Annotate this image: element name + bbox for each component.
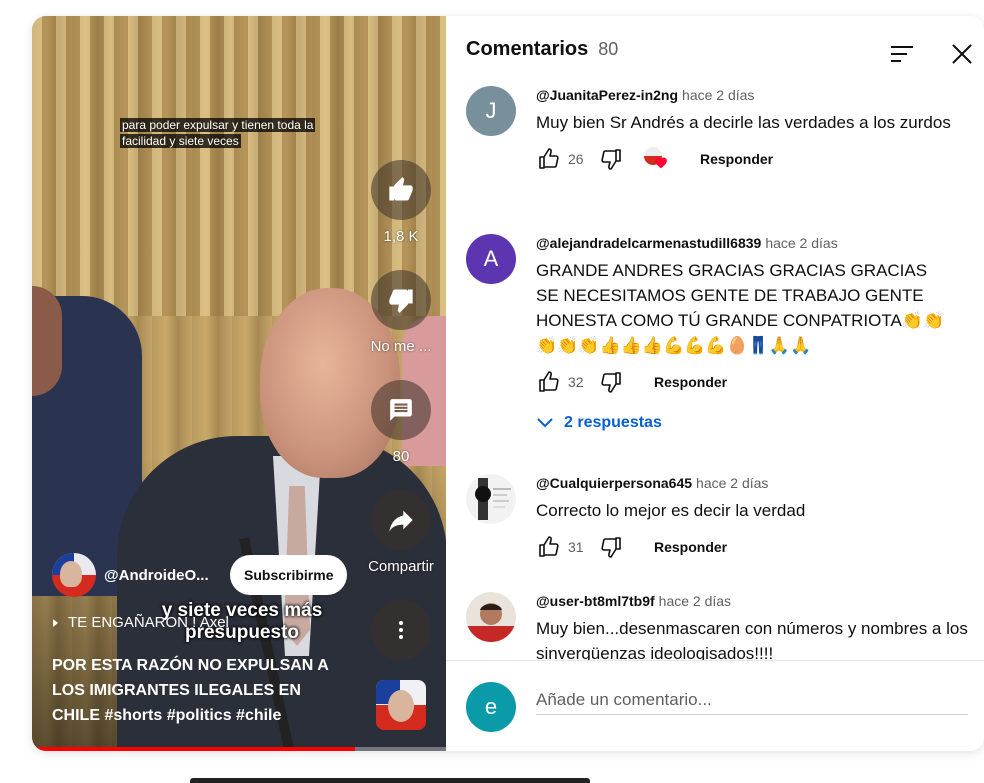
like-count: 1,8 K	[383, 228, 419, 245]
comment-text: GRANDE ANDRES GRACIAS GRACIAS GRACIAS SE…	[536, 261, 945, 355]
comment-reply-button[interactable]: Responder	[700, 151, 773, 167]
more-options-button[interactable]	[371, 600, 431, 660]
dislike-button[interactable]	[371, 270, 431, 330]
thumbs-up-outline-icon	[539, 148, 559, 169]
video-title[interactable]: POR ESTA RAZÓN NO EXPULSAN A LOS IMIGRAN…	[52, 653, 352, 728]
comment-author[interactable]: @alejandradelcarmenastudill6839	[536, 235, 761, 251]
comment-actions: 32 Responder	[536, 368, 971, 396]
comment-dislike-button[interactable]	[598, 369, 624, 395]
channel-name[interactable]: @AndroideO...	[104, 567, 222, 584]
thumbs-down-outline-icon	[601, 149, 621, 170]
channel-row: @AndroideO... Subscribirme	[52, 552, 348, 598]
next-video-peek[interactable]	[190, 778, 590, 783]
comment-like-count: 26	[568, 151, 584, 167]
comment-actions: 26 Responder	[536, 145, 971, 173]
background-person-face	[32, 286, 62, 396]
video-caption-top: para poder expulsar y tienen toda la fac…	[120, 118, 316, 148]
share-action[interactable]: Compartir	[358, 490, 444, 575]
thumbs-down-outline-icon	[601, 537, 621, 558]
share-label: Compartir	[368, 558, 434, 575]
thumbs-up-outline-icon	[539, 536, 559, 557]
comment-text: Correcto lo mejor es decir la verdad	[536, 501, 806, 520]
dislike-label: No me ...	[370, 338, 432, 355]
current-user-avatar[interactable]: e	[466, 682, 516, 732]
share-button[interactable]	[371, 490, 431, 550]
comment-avatar[interactable]: A	[466, 234, 516, 284]
heart-icon	[655, 157, 667, 169]
comment-time[interactable]: hace 2 días	[696, 475, 768, 491]
person-photo-avatar-icon	[466, 603, 516, 642]
comments-action[interactable]: 80	[361, 380, 441, 465]
dislike-action[interactable]: No me ...	[361, 270, 441, 355]
comments-button[interactable]	[371, 380, 431, 440]
comment-avatar[interactable]	[466, 592, 516, 642]
comment-text: Muy bien Sr Andrés a decirle las verdade…	[536, 113, 951, 132]
comment-icon	[390, 399, 412, 421]
comment-time[interactable]: hace 2 días	[682, 87, 754, 103]
comment-dislike-button[interactable]	[598, 146, 624, 172]
shorts-card: para poder expulsar y tienen toda la fac…	[32, 16, 984, 751]
comment-avatar[interactable]: J	[466, 86, 516, 136]
comment-time[interactable]: hace 2 días	[765, 235, 837, 251]
comment-author[interactable]: @user-bt8ml7tb9f	[536, 593, 655, 609]
like-button[interactable]	[371, 160, 431, 220]
comment-dislike-button[interactable]	[598, 534, 624, 560]
comment-reply-button[interactable]: Responder	[654, 374, 727, 390]
subscribe-button[interactable]: Subscribirme	[230, 555, 348, 595]
channel-avatar[interactable]	[52, 553, 96, 597]
replies-label: 2 respuestas	[564, 414, 662, 431]
comment-reply-button[interactable]: Responder	[654, 539, 727, 555]
video-progress-bar[interactable]	[32, 747, 446, 751]
comments-scroll-area[interactable]: J @JuanitaPerez-in2ng hace 2 días Muy bie…	[446, 16, 984, 660]
comment-like-button[interactable]	[536, 534, 562, 560]
comment-like-count: 31	[568, 539, 584, 555]
comment-author[interactable]: @JuanitaPerez-in2ng	[536, 87, 678, 103]
share-arrow-icon	[389, 510, 413, 532]
comment-like-count: 32	[568, 374, 584, 390]
comment-time[interactable]: hace 2 días	[659, 593, 731, 609]
thumbs-down-icon	[389, 289, 413, 313]
sound-thumbnail[interactable]	[376, 680, 426, 730]
comments-count: 80	[392, 448, 410, 465]
thumbs-up-outline-icon	[539, 371, 559, 392]
music-row[interactable]: TE ENGAÑARON ! Axel	[52, 614, 229, 631]
thumbs-up-icon	[389, 177, 413, 201]
view-replies-button[interactable]: 2 respuestas	[536, 414, 971, 432]
music-title: TE ENGAÑARON ! Axel	[68, 614, 229, 631]
video-progress-fill	[32, 747, 355, 751]
more-action[interactable]	[361, 600, 441, 660]
chevron-down-icon	[537, 418, 553, 428]
comment-avatar[interactable]	[466, 474, 516, 524]
comment-actions: 31 Responder	[536, 533, 971, 561]
comment-author[interactable]: @Cualquierpersona645	[536, 475, 692, 491]
thumbs-down-outline-icon	[601, 372, 621, 393]
add-comment-input[interactable]	[536, 686, 968, 715]
music-play-icon	[53, 618, 58, 627]
comment-like-button[interactable]	[536, 146, 562, 172]
comment-like-button[interactable]	[536, 369, 562, 395]
video-player[interactable]: para poder expulsar y tienen toda la fac…	[32, 16, 446, 751]
add-comment-row: e	[466, 682, 971, 732]
comments-panel: Comentarios 80 J @JuanitaPerez-in2ng hace…	[446, 16, 984, 751]
more-vertical-icon	[399, 621, 403, 639]
watch-avatar-icon	[475, 478, 511, 520]
creator-heart-badge	[644, 147, 668, 171]
like-action[interactable]: 1,8 K	[361, 160, 441, 245]
panel-divider	[446, 660, 984, 661]
comment-text: Muy bien...desenmascaren con números y n…	[536, 619, 968, 660]
